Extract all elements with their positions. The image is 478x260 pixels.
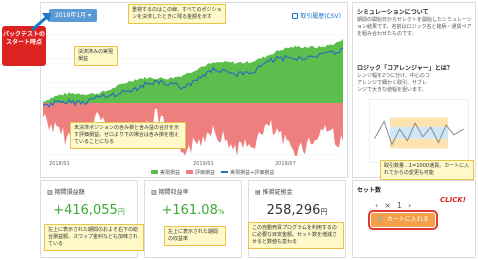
add-to-cart-button[interactable]: 🛒 カートに入れる [368, 210, 438, 230]
chart-legend: 実現損益 評価損益 実現損益+評価損益 [151, 169, 274, 176]
stat-value: +416,055 [53, 203, 118, 218]
export-csv-label: 取引履歴(CSV) [300, 13, 341, 20]
multiply-icon: × [384, 201, 391, 210]
order-panel: セット数 ‹ × 1 › 🛒 カートに入れる [352, 180, 476, 258]
logic-title: ロジック「コアレンジャー」とは？ [357, 65, 453, 72]
range-illustration [369, 99, 469, 163]
date-selector-button[interactable]: 2018年1月 ▾ [49, 9, 98, 22]
wallet-icon: ▤ [255, 189, 261, 196]
callout-unrealized: 未決済ポジションの含み損と含み益の合計を示す評価損益。ゼロより下の場合は含み損を… [70, 122, 186, 149]
callout-set-count: 取引数量…1=1000通貨。カートに入れてからの変更も可能 [380, 160, 474, 180]
increment-button[interactable]: › [408, 201, 411, 210]
quantity-stepper: ‹ × 1 › [375, 201, 411, 210]
sub-range-band [389, 117, 449, 128]
legend-item-unrealized: 評価損益 [186, 169, 215, 176]
x-tick-label: 2018/01 [49, 161, 70, 167]
callout-margin: この自動売買プログラムを利用するのに必要な目安金額。セット数を増減させると数値も… [248, 222, 344, 249]
export-csv-link[interactable]: 取引履歴(CSV) [292, 11, 341, 20]
callout-profit: 左上に表示された期間のおよそ右下の総合損益額、スワップ金利なども加味されている [44, 224, 144, 251]
backtest-start-badge: バックテストのスタート時点 [2, 26, 46, 66]
date-selector-label: 2018年1月 [55, 12, 87, 19]
logic-body: レンジ幅を2つに分け、中心のコアレンジで細かく取引、サブレンジで大きな値幅を狙い… [357, 73, 430, 93]
stat-value: 258,296 [266, 203, 321, 218]
set-count-label: セット数 [357, 187, 382, 194]
stat-label: 推奨証拠金 [262, 189, 293, 196]
stat-unit: 円 [320, 208, 328, 216]
stat-period-return: ▥ 期間収益率 +161.08% [144, 180, 242, 258]
quantity-value: 1 [396, 201, 402, 210]
callout-total-line: 重視するのはこの線。すべてのポジションを決済したときに残る金額を示す [128, 4, 226, 24]
x-tick-label: 2019/07 [275, 161, 296, 167]
stat-label: 期間損益額 [54, 189, 85, 196]
legend-item-total: 実現損益+評価損益 [221, 169, 274, 176]
arrow-icon [31, 13, 51, 32]
simulation-info-body: 期間の開始日からセレクトを開始したシミュレーション結果です。名前はロジック名と銘… [357, 17, 472, 37]
chart-panel: 2018年1月 ▾ 取引履歴(CSV) 2018/01 2019/01 2019/0… [40, 2, 348, 178]
callout-realized: 決済済みの実現損益 [74, 46, 118, 66]
decrement-button[interactable]: ‹ [375, 201, 378, 210]
download-icon [292, 13, 299, 19]
legend-item-realized: 実現損益 [151, 169, 180, 176]
cart-icon: 🛒 [377, 216, 385, 223]
click-annotation: CLICK! [440, 196, 466, 204]
stat-value: +161.08 [161, 203, 218, 218]
callout-return: 左上に表示された期間の収益率 [164, 226, 226, 246]
chart-icon: ▥ [47, 189, 53, 196]
simulation-info-title: シミュレーションについて [357, 9, 429, 16]
core-range-band [389, 127, 449, 139]
add-to-cart-label: カートに入れる [386, 216, 429, 223]
simulation-info-panel: シミュレーションについて 期間の開始日からセレクトを開始したシミュレーション結果… [352, 2, 476, 178]
stat-label: 期間収益率 [158, 189, 189, 196]
x-tick-label: 2019/01 [193, 161, 214, 167]
stat-unit: % [217, 208, 225, 216]
chart-icon: ▥ [151, 189, 157, 196]
stat-unit: 円 [117, 208, 125, 216]
